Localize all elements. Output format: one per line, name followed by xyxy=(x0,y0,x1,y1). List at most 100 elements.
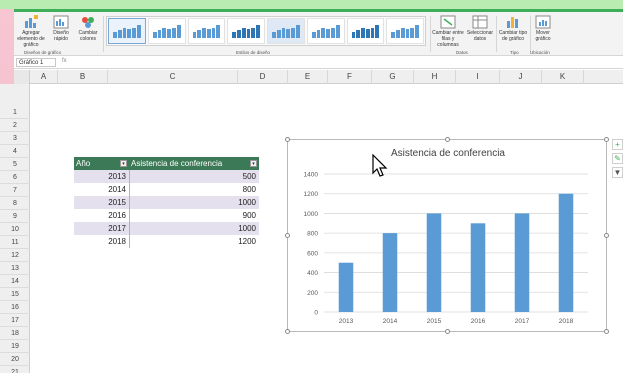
year-cell[interactable]: 2017 xyxy=(74,222,129,235)
ribbon-separator xyxy=(530,16,531,52)
change-chart-type-button[interactable]: Cambiar tipo de gráfico xyxy=(498,15,528,42)
table-header-cell[interactable]: Año ▾ xyxy=(74,157,129,170)
change-colors-button[interactable]: Cambiar colores xyxy=(76,15,100,42)
chart-elements-icon[interactable]: + xyxy=(612,139,623,150)
group-label-type: Tipo xyxy=(510,50,519,55)
select-data-button[interactable]: Seleccionar datos xyxy=(466,15,494,42)
column-header[interactable]: E xyxy=(288,70,328,84)
select-all-corner[interactable] xyxy=(14,70,30,84)
chart-style-option[interactable] xyxy=(346,18,385,44)
move-chart-button[interactable]: Mover gráfico xyxy=(532,15,554,42)
attendance-cell[interactable]: 800 xyxy=(129,183,259,196)
column-header[interactable]: F xyxy=(328,70,372,84)
chart-style-option[interactable] xyxy=(147,18,186,44)
year-cell[interactable]: 2013 xyxy=(74,170,129,183)
chart-style-option[interactable] xyxy=(386,18,424,44)
bar[interactable] xyxy=(338,262,354,312)
column-header[interactable]: I xyxy=(456,70,500,84)
chart-style-option[interactable] xyxy=(108,18,146,44)
resize-handle[interactable] xyxy=(285,329,290,334)
row-header[interactable]: 4 xyxy=(0,145,30,158)
x-tick-label: 2018 xyxy=(559,318,574,325)
chart-object[interactable]: Asistencia de conferencia 0 200 400 600 800 1… xyxy=(285,137,609,334)
row-header[interactable]: 14 xyxy=(0,275,30,288)
row-header[interactable]: 15 xyxy=(0,288,30,301)
row-header[interactable]: 6 xyxy=(0,171,30,184)
year-cell[interactable]: 2014 xyxy=(74,183,129,196)
resize-handle[interactable] xyxy=(445,329,450,334)
year-cell[interactable]: 2018 xyxy=(74,235,129,248)
y-tick-label: 800 xyxy=(307,231,318,238)
row-header[interactable]: 12 xyxy=(0,249,30,262)
quick-layout-button[interactable]: Diseño rápido xyxy=(50,15,72,42)
row-header[interactable]: 1 xyxy=(0,106,30,119)
column-header[interactable]: G xyxy=(372,70,414,84)
column-header[interactable]: K xyxy=(542,70,584,84)
bar[interactable] xyxy=(470,223,486,312)
resize-handle[interactable] xyxy=(445,137,450,142)
attendance-cell[interactable]: 1200 xyxy=(129,235,259,248)
ribbon: Agregar elemento de gráfico Diseño rápid… xyxy=(14,9,623,56)
function-icon[interactable]: fx xyxy=(62,58,67,64)
row-header[interactable]: 5 xyxy=(0,158,30,171)
column-header[interactable]: A xyxy=(30,70,58,84)
resize-handle[interactable] xyxy=(604,137,609,142)
chart-filters-icon[interactable]: ▼ xyxy=(612,167,623,178)
row-header[interactable]: 2 xyxy=(0,119,30,132)
table-body: 2013 500 2014 800 2015 1000 2016 900 2017 1000 201… xyxy=(74,170,259,248)
chart-styles-gallery xyxy=(106,16,426,46)
move-chart-icon xyxy=(535,15,551,29)
switch-row-column-button[interactable]: Cambiar entre filas y columnas xyxy=(432,15,464,48)
attendance-cell[interactable]: 500 xyxy=(129,170,259,183)
row-header[interactable]: 19 xyxy=(0,340,30,353)
y-tick-label: 600 xyxy=(307,250,318,257)
table-header-cell[interactable]: Asistencia de conferencia ▾ xyxy=(129,157,259,170)
resize-handle[interactable] xyxy=(604,233,609,238)
year-cell[interactable]: 2016 xyxy=(74,209,129,222)
row-header[interactable]: 16 xyxy=(0,301,30,314)
column-header[interactable]: J xyxy=(500,70,542,84)
row-header[interactable]: 9 xyxy=(0,210,30,223)
row-header[interactable]: 11 xyxy=(0,236,30,249)
chart-style-option[interactable] xyxy=(267,18,305,44)
row-header[interactable]: 8 xyxy=(0,197,30,210)
row-header[interactable]: 7 xyxy=(0,184,30,197)
row-header[interactable]: 17 xyxy=(0,314,30,327)
attendance-cell[interactable]: 900 xyxy=(129,209,259,222)
year-cell[interactable]: 2015 xyxy=(74,196,129,209)
resize-handle[interactable] xyxy=(604,329,609,334)
row-header[interactable]: 13 xyxy=(0,262,30,275)
bar[interactable] xyxy=(514,213,530,312)
bar[interactable] xyxy=(382,233,398,312)
chart-style-option[interactable] xyxy=(306,18,345,44)
resize-handle[interactable] xyxy=(285,137,290,142)
filter-dropdown-icon[interactable]: ▾ xyxy=(250,160,257,167)
column-header[interactable]: D xyxy=(238,70,288,84)
add-chart-element-button[interactable]: Agregar elemento de gráfico xyxy=(16,15,46,48)
bar[interactable] xyxy=(426,213,442,312)
row-header[interactable]: 3 xyxy=(0,132,30,145)
table-header-label: Año xyxy=(76,159,91,168)
row-header[interactable]: 21 xyxy=(0,366,30,373)
add-chart-element-label: Agregar elemento de gráfico xyxy=(17,30,45,48)
attendance-cell[interactable]: 1000 xyxy=(129,222,259,235)
row-header[interactable]: 10 xyxy=(0,223,30,236)
column-header[interactable]: C xyxy=(108,70,238,84)
filter-dropdown-icon[interactable]: ▾ xyxy=(120,160,127,167)
name-box[interactable]: Gráfico 1 xyxy=(16,58,56,67)
quick-layout-icon xyxy=(53,15,69,29)
x-tick-label: 2017 xyxy=(515,318,530,325)
group-label-location: Ubicación xyxy=(530,50,550,55)
row-header[interactable]: 18 xyxy=(0,327,30,340)
chart-style-option[interactable] xyxy=(187,18,226,44)
chart-style-option[interactable] xyxy=(227,18,265,44)
row-header[interactable]: 20 xyxy=(0,353,30,366)
resize-handle[interactable] xyxy=(285,233,290,238)
column-header[interactable]: B xyxy=(58,70,108,84)
bar[interactable] xyxy=(558,193,574,312)
table-row: 2015 1000 xyxy=(74,196,259,209)
attendance-cell[interactable]: 1000 xyxy=(129,196,259,209)
ribbon-separator xyxy=(430,16,431,52)
column-header[interactable]: H xyxy=(414,70,456,84)
chart-styles-icon[interactable]: ✎ xyxy=(612,153,623,164)
